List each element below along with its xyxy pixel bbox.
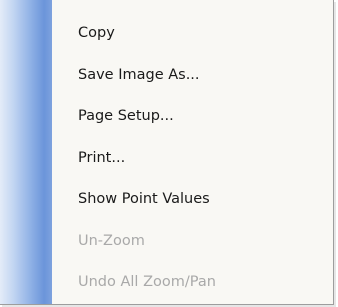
context-menu: Copy Save Image As... Page Setup... Prin…: [0, 0, 334, 305]
menu-item-undo-all-zoom-pan: Undo All Zoom/Pan: [78, 274, 216, 290]
menu-item-copy[interactable]: Copy: [52, 13, 333, 55]
menu-item-un-zoom: Un-Zoom: [78, 232, 145, 249]
menu-icon-gutter: [0, 0, 52, 304]
menu-item-page-setup[interactable]: Page Setup...: [52, 96, 333, 138]
menu-items-list: Copy Save Image As... Page Setup... Prin…: [52, 13, 333, 304]
menu-item-print[interactable]: Print...: [52, 138, 333, 180]
menu-item-save-image-as[interactable]: Save Image As...: [52, 55, 333, 97]
menu-item-show-point-values[interactable]: Show Point Values: [52, 179, 333, 221]
